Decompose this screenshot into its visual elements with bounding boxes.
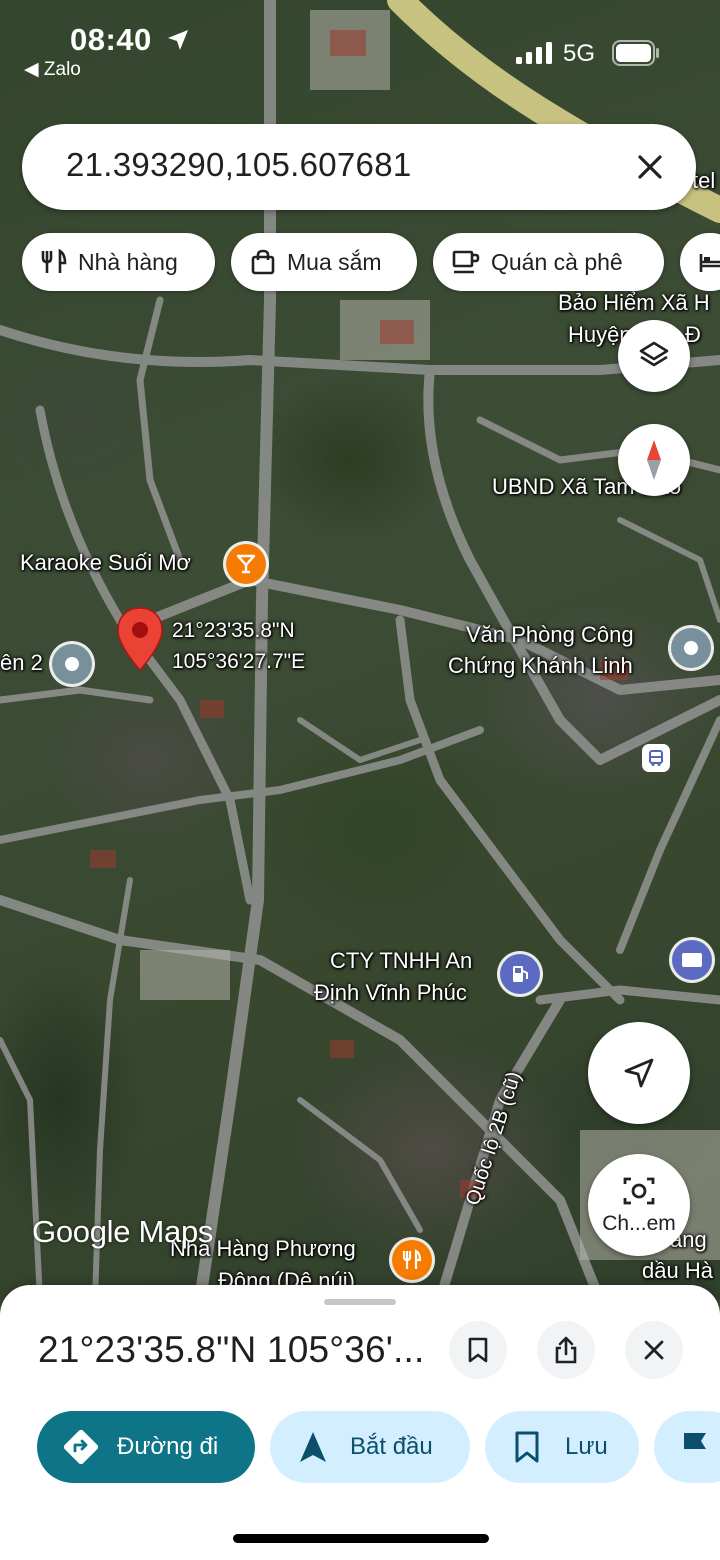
bus-icon [649,750,663,766]
gray-poi-pin[interactable] [671,628,711,668]
map-label-right-edge-2[interactable]: dầu Hà [642,1256,713,1286]
fuel-pump-icon [513,966,528,982]
directions-label: Đường đi [117,1433,219,1460]
search-bar[interactable]: 21.393290,105.607681 [22,124,696,210]
pin-longitude-label: 105°36'27.7"E [172,650,306,673]
start-label: Bắt đầu [350,1433,433,1460]
bar-poi-pin[interactable] [226,544,266,584]
save-label: Lưu [565,1433,608,1460]
directions-icon [63,1429,99,1465]
gas-station-poi-pin[interactable] [500,954,540,994]
chip-label: Quán cà phê [491,248,623,275]
signal-icon [516,42,552,64]
location-arrow-icon [168,30,188,50]
directions-button[interactable]: Đường đi [37,1411,255,1483]
compass-icon [647,440,661,480]
pin-latitude-label: 21°23'35.8"N [172,619,295,642]
chip-label: Mua sắm [287,248,382,275]
network-type: 5G [563,40,596,67]
clear-search-icon[interactable] [628,145,672,189]
status-bar: 08:40 ◀ Zalo 5G [0,0,720,90]
layers-icon [639,341,669,367]
place-bottom-sheet[interactable]: 21°23'35.8"N 105°36'... Đường đi Bắt đầu… [0,1285,720,1560]
battery-icon [612,40,659,66]
sign-icon [682,953,702,967]
cocktail-icon [236,554,256,574]
gray-poi-pin[interactable] [52,644,92,684]
place-title: 21°23'35.8"N 105°36'... [38,1329,425,1370]
sheet-drag-handle[interactable] [324,1299,396,1305]
dropped-pin-marker[interactable] [116,606,164,672]
dot-icon [684,641,698,655]
map-label-cty-2[interactable]: Định Vĩnh Phúc [314,978,467,1008]
save-place-button[interactable] [449,1321,507,1379]
bus-stop-marker[interactable] [642,744,670,772]
map-label-van-phong-1[interactable]: Văn Phòng Công [466,620,634,650]
dot-icon [65,657,79,671]
navigation-arrow-icon [624,1058,654,1088]
lens-button[interactable]: Ch...em [588,1154,690,1256]
parking-poi-pin[interactable] [672,940,712,980]
status-time: 08:40 [70,22,152,57]
close-icon [644,1340,664,1360]
lens-label: Ch...em [602,1212,676,1235]
map-label-bao-hiem-1[interactable]: Bảo Hiểm Xã H [558,288,710,318]
restaurant-poi-pin[interactable] [392,1240,432,1280]
camera-lens-icon [623,1177,655,1205]
hotel-icon [699,254,720,272]
home-indicator[interactable] [233,1534,489,1543]
compass-button[interactable] [618,424,690,496]
shopping-bag-icon [251,249,275,275]
map-label-cty-1[interactable]: CTY TNHH An [330,946,472,976]
coffee-icon [452,250,480,274]
chip-label: Nhà hàng [78,248,178,275]
chip-restaurants[interactable]: Nhà hàng [22,233,215,291]
map-label-karaoke[interactable]: Karaoke Suối Mơ [20,548,191,578]
back-to-app-link[interactable]: ◀ Zalo [24,58,81,81]
restaurant-icon [402,1249,422,1269]
navigation-arrow-icon [300,1432,326,1462]
chip-coffee[interactable]: Quán cà phê [433,233,664,291]
restaurant-icon [41,248,67,273]
save-button[interactable]: Lưu [485,1411,639,1483]
share-icon [555,1336,577,1364]
my-location-button[interactable] [588,1022,690,1124]
share-button[interactable] [537,1321,595,1379]
chip-shopping[interactable]: Mua sắm [231,233,417,291]
close-sheet-button[interactable] [625,1321,683,1379]
bookmark-icon [468,1337,488,1363]
label-button[interactable] [654,1411,720,1483]
layers-button[interactable] [618,320,690,392]
bookmark-icon [515,1431,539,1463]
start-navigation-button[interactable]: Bắt đầu [270,1411,470,1483]
search-input[interactable]: 21.393290,105.607681 [66,146,412,184]
flag-icon [684,1433,706,1462]
google-maps-logo: Google Maps [32,1214,214,1249]
map-label-van-phong-2[interactable]: Chứng Khánh Linh [448,651,633,681]
map-label-left-poi[interactable]: ên 2 [0,648,43,678]
